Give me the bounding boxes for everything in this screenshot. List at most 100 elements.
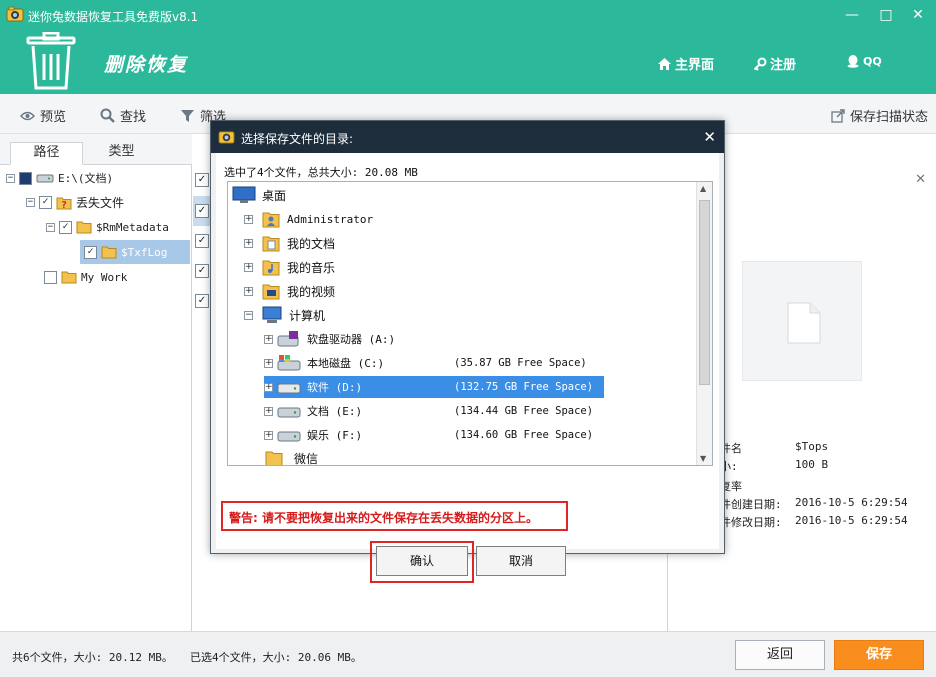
- scroll-down-icon[interactable]: ▼: [700, 454, 706, 463]
- key-icon: [753, 57, 767, 71]
- ok-button[interactable]: 确认: [376, 546, 468, 576]
- tree-item-my-work[interactable]: My Work: [44, 267, 127, 287]
- folder-my-music[interactable]: + 我的音乐: [244, 256, 335, 278]
- tree-item-label: My Work: [81, 270, 128, 284]
- nav-qq[interactable]: QQ: [846, 54, 882, 68]
- search-icon: [100, 108, 115, 123]
- expand-toggle[interactable]: +: [264, 430, 273, 440]
- tree-item-label: $TxfLog: [121, 245, 168, 259]
- system-drive-icon: [277, 355, 301, 371]
- folder-label: 微信: [294, 451, 319, 466]
- dialog-title: 选择保存文件的目录:: [241, 132, 354, 146]
- folder-wechat[interactable]: 微信: [264, 447, 319, 466]
- tree-item-rmmetadata[interactable]: − $RmMetadata: [46, 217, 169, 237]
- file-row-checkbox[interactable]: [195, 264, 209, 278]
- app-title: 迷你兔数据恢复工具免费版v8.1: [28, 10, 199, 24]
- drive-floppy-a[interactable]: + 软盘驱动器 (A:): [264, 328, 395, 350]
- save-scan-state-button[interactable]: 保存扫描状态: [831, 106, 928, 125]
- expand-toggle[interactable]: +: [264, 334, 273, 344]
- eye-icon: [20, 111, 35, 120]
- app-logo-icon: [6, 6, 24, 22]
- tree-item-lost-files[interactable]: − ? 丢失文件: [26, 192, 124, 212]
- folder-tree[interactable]: 桌面 + Administrator + 我的文档 + 我的音乐 + 我的视频 …: [227, 181, 713, 466]
- expand-toggle[interactable]: +: [264, 406, 273, 416]
- collapse-toggle[interactable]: −: [6, 173, 15, 183]
- tree-checkbox[interactable]: [44, 270, 57, 284]
- collapse-toggle[interactable]: −: [26, 197, 35, 207]
- folder-desktop[interactable]: 桌面: [232, 184, 286, 206]
- file-row-checkbox[interactable]: [195, 294, 209, 308]
- scroll-up-icon[interactable]: ▲: [700, 184, 706, 193]
- minimize-button[interactable]: —: [842, 6, 862, 24]
- file-row-checkbox[interactable]: [195, 234, 209, 248]
- file-row-checkbox[interactable]: [195, 173, 209, 187]
- title-bar: 迷你兔数据恢复工具免费版v8.1 — □ ✕: [0, 0, 936, 30]
- dialog-close-button[interactable]: ✕: [703, 128, 716, 146]
- nav-register-label: 注册: [770, 58, 797, 73]
- close-button[interactable]: ✕: [908, 6, 928, 24]
- selected-files-status: 已选4个文件，大小: 20.06 MB。: [190, 651, 362, 664]
- drive-label: 本地磁盘 (C:): [307, 357, 385, 370]
- maximize-button[interactable]: □: [876, 6, 896, 24]
- video-folder-icon: [262, 284, 280, 300]
- tree-item-txflog[interactable]: $TxfLog: [84, 242, 167, 262]
- expand-toggle[interactable]: +: [264, 358, 273, 368]
- folder-label: 我的视频: [287, 284, 336, 299]
- tree-checkbox[interactable]: [84, 245, 97, 259]
- qq-icon: [847, 55, 859, 68]
- folder-computer[interactable]: − 计算机: [244, 304, 325, 326]
- tree-checkbox[interactable]: [59, 220, 72, 234]
- music-folder-icon: [262, 260, 280, 276]
- tab-type[interactable]: 类型: [85, 142, 158, 165]
- expand-toggle[interactable]: +: [244, 262, 253, 272]
- expand-toggle[interactable]: +: [244, 214, 253, 224]
- tree-item-drive-e[interactable]: − E:\(文档): [6, 168, 113, 188]
- tree-checkbox-partial[interactable]: [19, 171, 32, 185]
- folder-label: Administrator: [287, 212, 374, 226]
- expand-toggle[interactable]: +: [244, 238, 253, 248]
- folder-my-videos[interactable]: + 我的视频: [244, 280, 335, 302]
- collapse-toggle[interactable]: −: [46, 222, 55, 232]
- drive-label: 软件 (D:): [307, 381, 363, 394]
- drive-f[interactable]: + 娱乐 (F:) (134.60 GB Free Space): [264, 424, 593, 446]
- close-preview-button[interactable]: ✕: [915, 172, 926, 187]
- drive-icon: [277, 407, 301, 418]
- drive-label: 娱乐 (F:): [307, 429, 363, 442]
- expand-toggle[interactable]: +: [264, 382, 273, 392]
- cancel-button[interactable]: 取消: [476, 546, 566, 576]
- tab-path[interactable]: 路径: [10, 142, 83, 165]
- collapse-toggle[interactable]: −: [244, 310, 253, 320]
- drive-label: 文档 (E:): [307, 405, 363, 418]
- warning-box: 警告: 请不要把恢复出来的文件保存在丢失数据的分区上。: [221, 501, 568, 531]
- drive-d-selected[interactable]: + 软件 (D:) (132.75 GB Free Space): [264, 376, 604, 398]
- nav-home[interactable]: 主界面: [657, 54, 714, 73]
- folder-my-documents[interactable]: + 我的文档: [244, 232, 335, 254]
- dialog-body: 选中了4个文件，总共大小: 20.08 MB 桌面 + Administrato…: [216, 153, 719, 583]
- mode-title: 删除恢复: [104, 54, 189, 76]
- documents-folder-icon: [262, 236, 280, 252]
- drive-e[interactable]: + 文档 (E:) (134.44 GB Free Space): [264, 400, 593, 422]
- folder-label: 我的音乐: [287, 260, 336, 275]
- drive-free-space: (134.60 GB Free Space): [454, 429, 594, 441]
- computer-icon: [262, 306, 282, 323]
- folder-administrator[interactable]: + Administrator: [244, 208, 373, 230]
- save-button[interactable]: 保存: [834, 640, 924, 670]
- search-button[interactable]: 查找: [100, 106, 146, 125]
- back-button[interactable]: 返回: [735, 640, 825, 670]
- nav-register[interactable]: 注册: [753, 54, 796, 73]
- info-created: 件创建日期: 2016-10-5 6:29:54: [720, 496, 908, 511]
- folder-label: 计算机: [289, 308, 326, 323]
- tree-checkbox[interactable]: [39, 195, 52, 209]
- warning-text: 警告: 请不要把恢复出来的文件保存在丢失数据的分区上。: [229, 511, 538, 525]
- tree-scrollbar[interactable]: ▲ ▼: [696, 182, 712, 465]
- home-icon: [658, 57, 671, 70]
- preview-button[interactable]: 预览: [20, 106, 66, 125]
- trash-icon: [26, 32, 76, 90]
- expand-toggle[interactable]: +: [244, 286, 253, 296]
- drive-c[interactable]: + 本地磁盘 (C:) (35.87 GB Free Space): [264, 352, 587, 374]
- desktop-icon: [232, 186, 256, 203]
- info-modified: 件修改日期: 2016-10-5 6:29:54: [720, 514, 908, 529]
- file-row-checkbox[interactable]: [195, 204, 209, 218]
- scrollbar-thumb[interactable]: [699, 200, 710, 385]
- filter-icon: [181, 109, 194, 122]
